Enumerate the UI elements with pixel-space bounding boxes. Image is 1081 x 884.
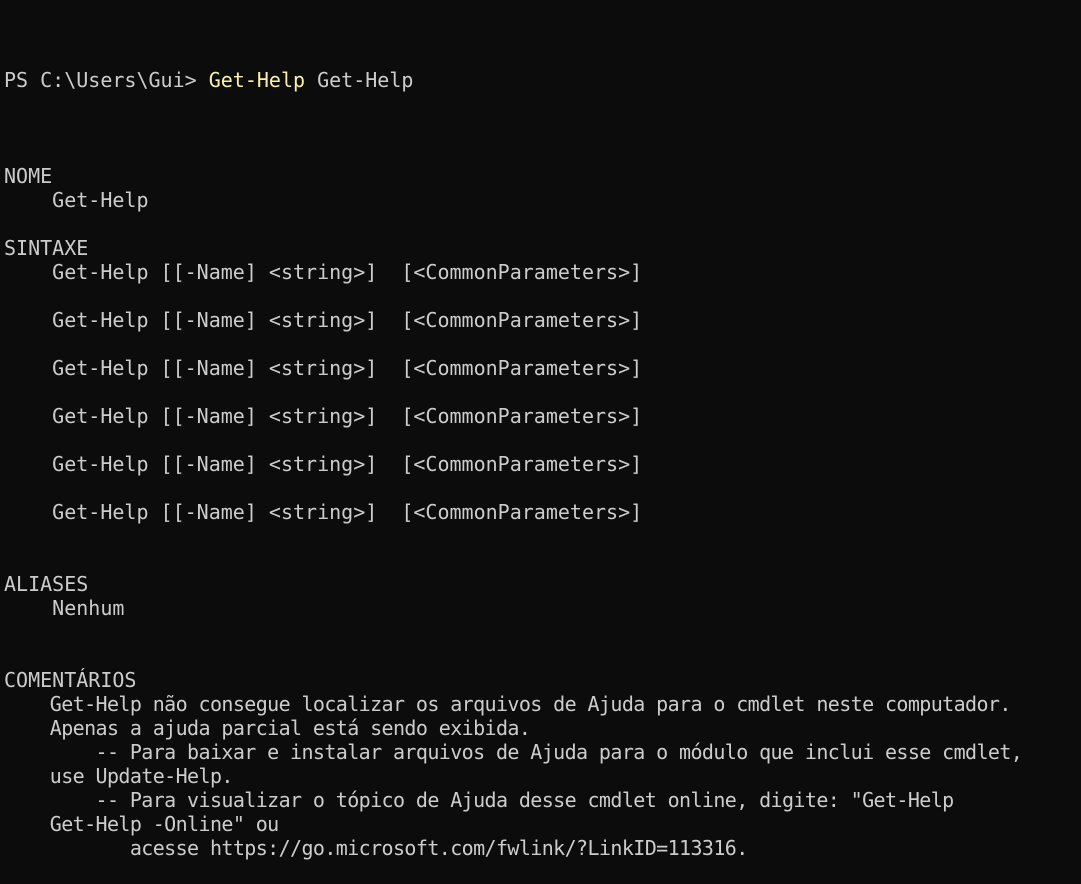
prompt-text: PS C:\Users\Gui>	[4, 68, 209, 92]
output-line: Get-Help	[4, 188, 149, 212]
output-line: Nenhum	[4, 596, 125, 620]
prompt-line: PS C:\Users\Gui> Get-Help Get-Help	[4, 68, 1081, 92]
output-line: Get-Help [[-Name] <string>] [<CommonPara…	[4, 452, 643, 476]
terminal-window[interactable]: PS C:\Users\Gui> Get-Help Get-Help NOME …	[4, 20, 1081, 884]
output-line: Get-Help [[-Name] <string>] [<CommonPara…	[4, 500, 643, 524]
output-line: -- Para baixar e instalar arquivos de Aj…	[4, 740, 1023, 764]
help-output: NOME Get-Help SINTAXE Get-Help [[-Name] <…	[4, 140, 1081, 860]
output-line: use Update-Help.	[4, 764, 234, 788]
output-line: Get-Help [[-Name] <string>] [<CommonPara…	[4, 356, 643, 380]
command-name: Get-Help	[208, 68, 306, 92]
output-line: Get-Help [[-Name] <string>] [<CommonPara…	[4, 260, 643, 284]
output-line: Get-Help -Online" ou	[4, 812, 279, 836]
output-line: Get-Help [[-Name] <string>] [<CommonPara…	[4, 404, 643, 428]
output-line: NOME	[4, 164, 53, 188]
output-line: -- Para visualizar o tópico de Ajuda des…	[4, 788, 955, 812]
output-line: ALIASES	[4, 572, 89, 596]
output-line: Get-Help [[-Name] <string>] [<CommonPara…	[4, 308, 643, 332]
output-line: COMENTÁRIOS	[4, 668, 137, 692]
output-line: Apenas a ajuda parcial está sendo exibid…	[4, 716, 531, 740]
output-line: Get-Help não consegue localizar os arqui…	[4, 692, 1012, 716]
output-line: SINTAXE	[4, 236, 89, 260]
output-line: acesse https://go.microsoft.com/fwlink/?…	[4, 836, 748, 860]
command-argument: Get-Help	[305, 68, 414, 92]
